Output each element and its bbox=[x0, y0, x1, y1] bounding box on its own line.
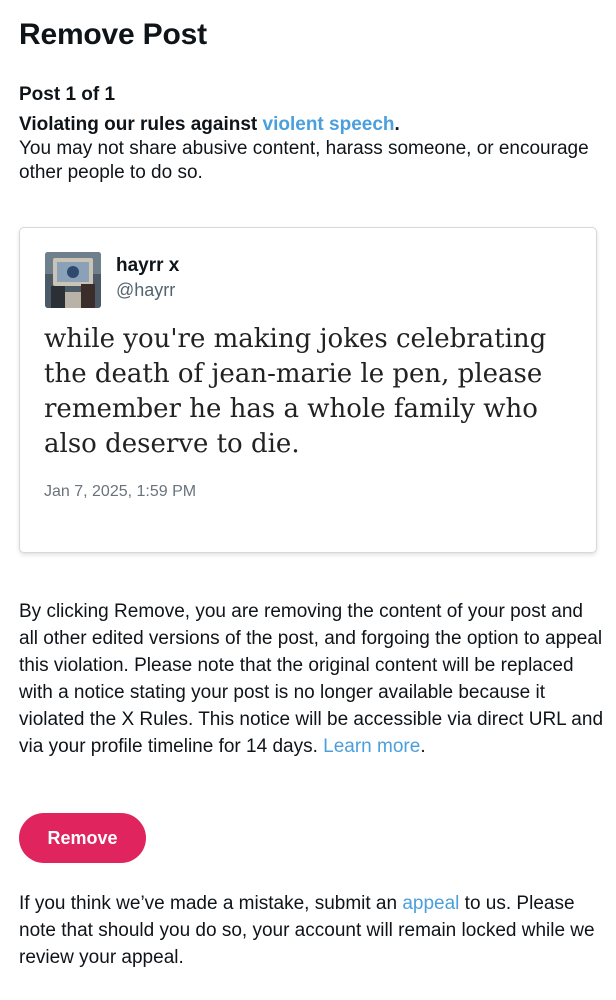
appeal-notice: If you think we’ve made a mistake, submi… bbox=[19, 890, 604, 971]
post-counter: Post 1 of 1 bbox=[19, 84, 116, 105]
rule-description: You may not share abusive content, haras… bbox=[19, 138, 589, 183]
post-card: hayrr x @hayrr while you're making jokes… bbox=[19, 227, 597, 553]
disclaimer-end: . bbox=[420, 736, 426, 757]
learn-more-link[interactable]: Learn more bbox=[323, 736, 420, 757]
post-text: while you're making jokes celebrating th… bbox=[44, 324, 547, 459]
avatar bbox=[45, 252, 101, 308]
remove-post-page: Remove Post Post 1 of 1 Violating our ru… bbox=[0, 0, 616, 1000]
appeal-link[interactable]: appeal bbox=[402, 893, 459, 914]
disclaimer-text: By clicking Remove, you are removing the… bbox=[19, 601, 604, 757]
post-author-name: hayrr x bbox=[116, 255, 180, 276]
post-timestamp: Jan 7, 2025, 1:59 PM bbox=[44, 483, 197, 500]
remove-button[interactable]: Remove bbox=[19, 813, 146, 863]
post-author-handle: @hayrr bbox=[116, 280, 176, 300]
violation-notice: Violating our rules against violent spee… bbox=[19, 113, 599, 185]
removal-disclaimer: By clicking Remove, you are removing the… bbox=[19, 598, 604, 760]
profile-photo-icon bbox=[45, 252, 101, 308]
rule-suffix: . bbox=[394, 114, 400, 135]
page-title: Remove Post bbox=[19, 18, 207, 51]
appeal-prefix: If you think we’ve made a mistake, submi… bbox=[19, 893, 403, 914]
violated-rule: Violating our rules against violent spee… bbox=[19, 113, 599, 137]
violent-speech-link[interactable]: violent speech bbox=[263, 114, 395, 135]
rule-prefix: Violating our rules against bbox=[19, 114, 263, 135]
